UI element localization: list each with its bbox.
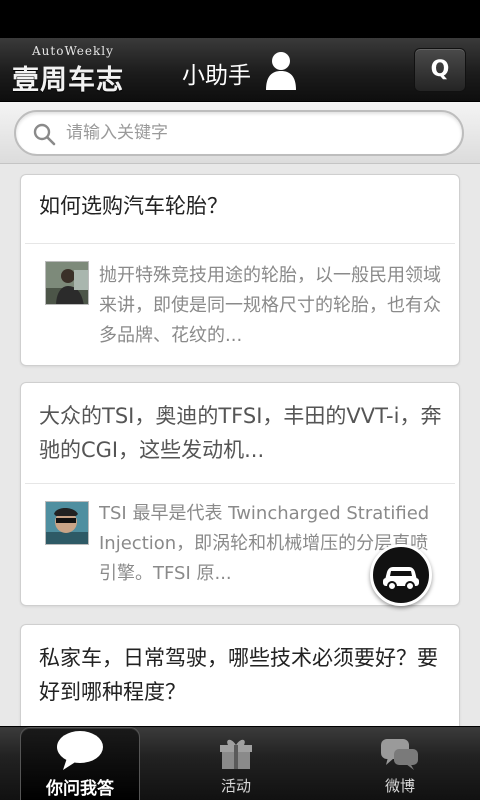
search-box[interactable] (14, 110, 464, 156)
divider (25, 243, 455, 244)
qa-card[interactable]: 私家车，日常驾驶，哪些技术必须要好？要好到哪种程度？ (20, 624, 460, 726)
question-title[interactable]: 如何选购汽车轮胎？ (39, 189, 443, 223)
tab-events[interactable]: 活动 (176, 727, 296, 800)
tab-label: 活动 (220, 777, 251, 795)
qa-card[interactable]: 如何选购汽车轮胎？ 抛开特殊竞技用途的轮胎，以一般民用领域来讲，即使是同一规格尺… (20, 174, 460, 366)
search-icon (33, 123, 56, 146)
chat-bubble-icon (57, 731, 103, 770)
question-title[interactable]: 大众的TSI，奥迪的TFSI，丰田的VVT-i，奔驰的CGI，这些发动机... (39, 399, 443, 467)
avatar (45, 261, 89, 305)
logo-subtitle: AutoWeekly (32, 44, 114, 58)
search-input[interactable] (66, 112, 446, 154)
avatar (45, 501, 89, 545)
search-button[interactable]: Q (414, 48, 466, 92)
status-bar (0, 0, 480, 38)
app-logo: AutoWeekly 壹周车志 (12, 44, 132, 96)
gift-icon (220, 739, 252, 769)
page-title: 小助手 (182, 63, 251, 89)
bottom-tab-bar: 你问我答 活动 微博 (0, 726, 480, 800)
car-fab-button[interactable] (370, 544, 432, 606)
logo-title: 壹周车志 (12, 65, 124, 96)
weibo-icon (381, 739, 418, 770)
answer-preview[interactable]: 抛开特殊竞技用途的轮胎，以一般民用领域来讲，即使是同一规格尺寸的轮胎，也有众多品… (99, 261, 445, 351)
question-title[interactable]: 私家车，日常驾驶，哪些技术必须要好？要好到哪种程度？ (39, 641, 443, 709)
tab-qa[interactable]: 你问我答 (20, 727, 140, 800)
tab-weibo[interactable]: 微博 (340, 727, 460, 800)
divider (25, 483, 455, 484)
user-icon[interactable] (264, 50, 298, 90)
qa-feed[interactable]: 如何选购汽车轮胎？ 抛开特殊竞技用途的轮胎，以一般民用领域来讲，即使是同一规格尺… (0, 164, 480, 726)
app-header: AutoWeekly 壹周车志 小助手 Q (0, 38, 480, 102)
search-bar (0, 102, 480, 164)
tab-label: 微博 (384, 777, 415, 795)
car-icon (383, 567, 419, 591)
tab-label: 你问我答 (46, 779, 114, 799)
